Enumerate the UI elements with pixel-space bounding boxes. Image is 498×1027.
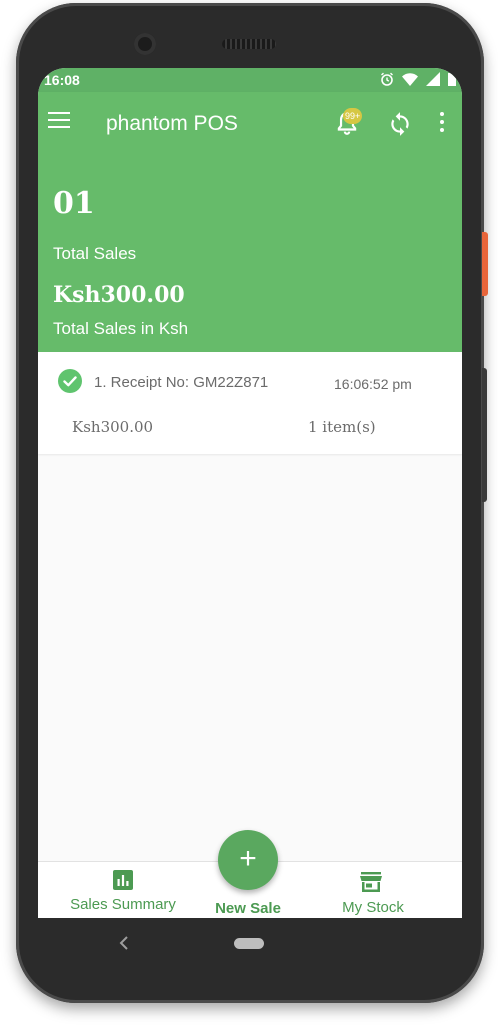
total-sales-amount-label: Total Sales in Ksh xyxy=(53,319,189,338)
total-sales-amount: Ksh300.00 xyxy=(53,282,185,308)
status-bar: 16:08 xyxy=(38,68,462,92)
app-bar: phantom POS 99+ xyxy=(38,92,462,156)
earpiece-speaker xyxy=(222,39,276,49)
receipt-amount: Ksh300.00 xyxy=(72,418,154,436)
front-camera xyxy=(134,33,156,55)
nav-my-stock[interactable]: My Stock xyxy=(333,862,413,918)
menu-icon[interactable] xyxy=(48,112,70,130)
status-time: 16:08 xyxy=(44,72,80,88)
app-title: phantom POS xyxy=(106,112,238,135)
nav-sales-summary-label: Sales Summary xyxy=(70,896,176,913)
nav-my-stock-label: My Stock xyxy=(342,899,404,916)
store-icon xyxy=(360,872,382,892)
power-button xyxy=(482,232,488,296)
receipt-number: 1. Receipt No: GM22Z871 xyxy=(94,374,269,391)
nav-sales-summary[interactable]: Sales Summary xyxy=(63,862,183,918)
battery-icon xyxy=(448,73,456,86)
status-icons xyxy=(380,72,456,86)
system-back-icon[interactable] xyxy=(118,935,130,951)
receipt-time: 16:06:52 pm xyxy=(334,376,412,392)
wifi-icon xyxy=(402,72,418,86)
notification-badge: 99+ xyxy=(343,108,363,124)
receipt-list-item[interactable]: 1. Receipt No: GM22Z871 16:06:52 pm Ksh3… xyxy=(38,352,462,454)
screen: 16:08 phantom POS 99+ 01 Total Sales Ksh… xyxy=(38,68,462,918)
receipt-item-count: 1 item(s) xyxy=(308,418,376,436)
signal-icon xyxy=(426,72,440,86)
nav-new-sale-label: New Sale xyxy=(215,900,281,917)
total-sales-label: Total Sales xyxy=(53,244,137,263)
sync-icon[interactable] xyxy=(387,111,413,137)
sales-summary-header: 01 Total Sales Ksh300.00 Total Sales in … xyxy=(38,156,462,352)
bar-chart-icon xyxy=(113,870,133,890)
check-circle-icon xyxy=(58,369,82,393)
total-sales-count: 01 xyxy=(53,186,95,221)
new-sale-fab[interactable]: + xyxy=(218,830,278,890)
more-vert-icon[interactable] xyxy=(439,112,445,134)
alarm-icon xyxy=(381,72,393,86)
volume-button xyxy=(482,368,487,502)
system-home-button[interactable] xyxy=(234,938,264,949)
